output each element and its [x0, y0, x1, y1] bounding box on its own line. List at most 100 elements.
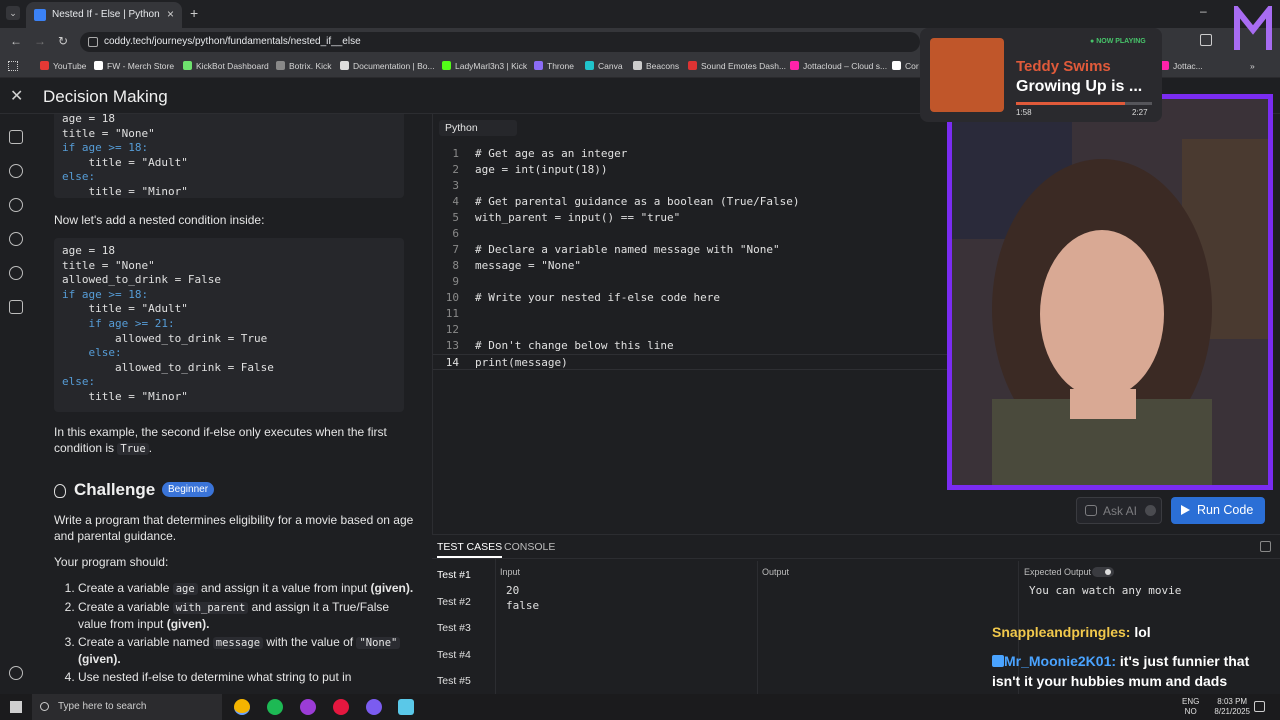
test-item[interactable]: Test #3 [437, 622, 471, 634]
expand-panel-icon[interactable] [1260, 541, 1271, 552]
challenge-title: Challenge [74, 480, 156, 499]
now-playing-widget: ● NOW PLAYING Teddy Swims Growing Up is … [920, 28, 1162, 122]
code-line[interactable]: 1 # Get age as an integer [433, 146, 948, 162]
forward-icon[interactable]: → [34, 34, 46, 48]
bookmark-item[interactable]: Throne [534, 61, 574, 71]
code-line[interactable]: 8 message = "None" [433, 258, 948, 274]
webcam-feed [952, 99, 1268, 485]
bookmark-item[interactable]: Cor [892, 61, 919, 71]
tab-search-icon[interactable]: ⌄ [6, 6, 20, 20]
browser-tab-bar: ⌄ Nested If - Else | Python × + – [0, 0, 1280, 28]
album-art [930, 38, 1004, 112]
back-icon[interactable]: ← [10, 34, 22, 48]
bookmark-item[interactable]: YouTube [40, 61, 86, 71]
code-line[interactable]: 9 [433, 274, 948, 290]
lesson-paragraph: Now let's add a nested condition inside: [54, 213, 265, 227]
taskbar-search[interactable]: Type here to search [32, 694, 222, 720]
code-line[interactable]: 12 [433, 322, 948, 338]
apps-grid-icon[interactable] [8, 61, 18, 71]
bookmarks-overflow-icon[interactable]: » [1250, 61, 1255, 71]
language-indicator[interactable]: ENG NO [1182, 697, 1199, 717]
bookmark-item[interactable]: Documentation | Bo... [340, 61, 435, 71]
code-line[interactable]: 2 age = int(input(18)) [433, 162, 948, 178]
input-value: 20 false [506, 584, 540, 612]
search-placeholder: Type here to search [58, 701, 147, 712]
zoom-icon[interactable] [9, 232, 23, 246]
ask-ai-button[interactable]: Ask AI [1076, 497, 1162, 524]
ask-ai-label: Ask AI [1103, 504, 1138, 518]
expected-output-value: You can watch any movie [1029, 584, 1182, 597]
expected-output-toggle[interactable] [1092, 567, 1114, 577]
help-bottom-icon[interactable] [9, 666, 23, 680]
bookmark-item[interactable]: Jottac... [1160, 61, 1203, 71]
list-item: Create a variable with_parent and assign… [78, 599, 418, 632]
notifications-icon[interactable] [1254, 701, 1265, 712]
artist-name: Teddy Swims [1016, 58, 1111, 75]
list-item: Use nested if-else to determine what str… [78, 669, 418, 685]
app-icon[interactable] [398, 699, 414, 715]
code-line[interactable]: 4 # Get parental guidance as a boolean (T… [433, 194, 948, 210]
test-item[interactable]: Test #2 [437, 596, 471, 608]
lesson-icon[interactable] [9, 130, 23, 144]
bookmark-item[interactable]: Sound Emotes Dash... [688, 61, 786, 71]
lesson-panel: age = 18 title = "None" if age >= 18: ti… [32, 114, 430, 694]
bookmark-item[interactable]: Botrix. Kick [276, 61, 332, 71]
extensions-icon[interactable] [1200, 34, 1212, 46]
feedback-icon[interactable] [9, 300, 23, 314]
chat-text: lol [1134, 624, 1151, 640]
bookmark-item[interactable]: Beacons [633, 61, 679, 71]
code-line[interactable]: 7 # Declare a variable named message with… [433, 242, 948, 258]
history-icon[interactable] [9, 198, 23, 212]
tab-test-cases[interactable]: TEST CASES [437, 541, 503, 558]
help-icon[interactable] [9, 266, 23, 280]
code-line-active[interactable]: 14 print(message) [433, 354, 948, 370]
tests-tabs: TEST CASES CONSOLE [432, 535, 1280, 559]
start-icon[interactable] [10, 701, 22, 713]
code-line[interactable]: 5 with_parent = input() == "true" [433, 210, 948, 226]
system-clock[interactable]: 8:03 PM 8/21/2025 [1214, 697, 1250, 717]
bookmark-item[interactable]: Canva [585, 61, 623, 71]
opera-icon[interactable] [333, 699, 349, 715]
info-icon [1145, 505, 1156, 516]
editor-lines[interactable]: 1 # Get age as an integer 2 age = int(inpu… [433, 146, 948, 370]
code-line[interactable]: 10 # Write your nested if-else code here [433, 290, 948, 306]
code-line[interactable]: 13 # Don't change below this line [433, 338, 948, 354]
spotify-icon[interactable] [267, 699, 283, 715]
test-item[interactable]: Test #4 [437, 649, 471, 661]
bookmark-item[interactable]: Jottacloud – Cloud s... [790, 61, 887, 71]
duration-time: 2:27 [1132, 108, 1148, 117]
code-line[interactable]: 6 [433, 226, 948, 242]
tab-close-icon[interactable]: × [167, 7, 174, 21]
new-tab-icon[interactable]: + [190, 5, 198, 21]
expected-output-label: Expected Output [1024, 567, 1092, 577]
test-item[interactable]: Test #1 [437, 569, 471, 581]
test-item[interactable]: Test #5 [437, 675, 471, 687]
code-example-2: age = 18 title = "None" allowed_to_drink… [54, 238, 404, 412]
output-label: Output [762, 567, 790, 577]
code-line[interactable]: 11 [433, 306, 948, 322]
search-icon[interactable] [9, 164, 23, 178]
chrome-icon[interactable] [234, 699, 250, 715]
list-item: Create a variable age and assign it a va… [78, 580, 418, 597]
code-line[interactable]: 3 [433, 178, 948, 194]
chat-message: Snappleandpringles: lol [992, 622, 1274, 642]
obs-icon[interactable] [300, 699, 316, 715]
code-editor[interactable]: Python 1 # Get age as an integer 2 age = i… [432, 114, 948, 534]
play-icon [1181, 505, 1190, 515]
search-icon [40, 702, 49, 711]
site-info-icon[interactable] [88, 37, 98, 47]
browser-tab[interactable]: Nested If - Else | Python × [26, 2, 182, 28]
windows-taskbar: Type here to search 8:03 PM 8/21/2025 ENG… [0, 694, 1280, 720]
url-field[interactable]: coddy.tech/journeys/python/fundamentals/… [80, 32, 920, 52]
run-code-button[interactable]: Run Code [1171, 497, 1265, 524]
bookmark-item[interactable]: FW - Merch Store [94, 61, 174, 71]
bookmark-item[interactable]: LadyMarl3n3 | Kick [442, 61, 527, 71]
tab-console[interactable]: CONSOLE [504, 541, 555, 553]
reload-icon[interactable]: ↻ [58, 34, 68, 48]
challenge-description: Write a program that determines eligibil… [54, 513, 414, 543]
bookmark-item[interactable]: KickBot Dashboard [183, 61, 269, 71]
editor-language-tab[interactable]: Python [439, 120, 517, 136]
minimize-icon[interactable]: – [1200, 4, 1207, 18]
close-icon[interactable]: ✕ [10, 86, 23, 106]
discord-icon[interactable] [366, 699, 382, 715]
